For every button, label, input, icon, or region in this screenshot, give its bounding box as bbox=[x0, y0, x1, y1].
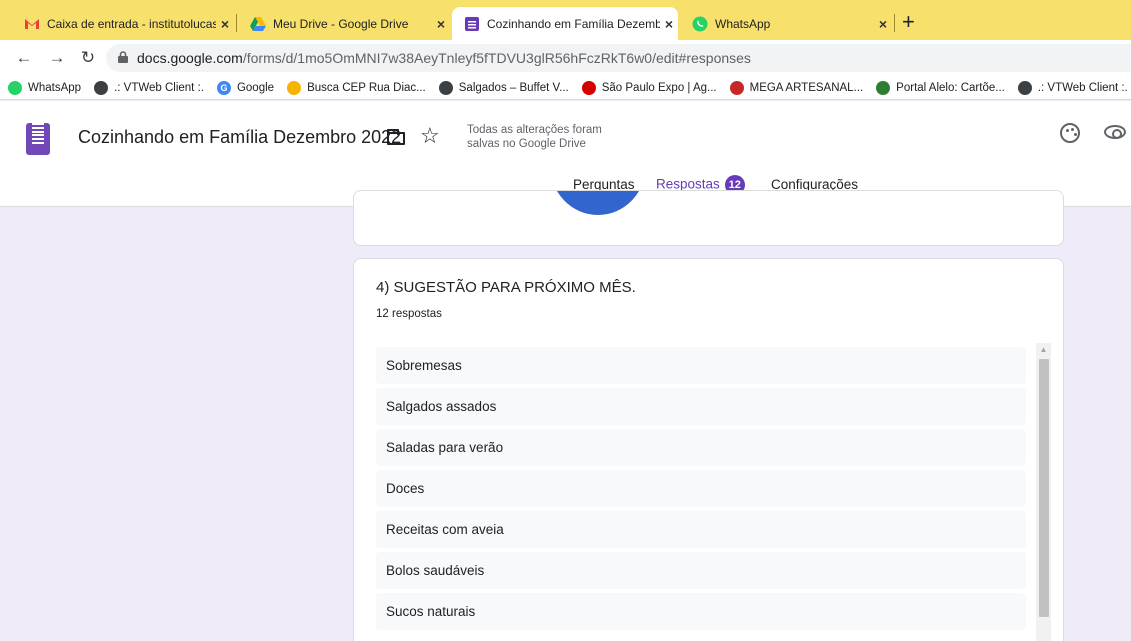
bookmark-item[interactable]: .: VTWeb Client :. bbox=[94, 80, 204, 95]
response-list: Sobremesas Salgados assados Saladas para… bbox=[376, 347, 1026, 634]
tab-whatsapp[interactable]: WhatsApp × bbox=[680, 7, 892, 40]
save-status: Todas as alterações foram salvas no Goog… bbox=[467, 124, 602, 150]
tab-separator bbox=[894, 14, 895, 32]
globe-icon bbox=[438, 80, 453, 95]
preview-eye-icon[interactable] bbox=[1104, 125, 1126, 139]
close-icon[interactable]: × bbox=[432, 16, 450, 32]
globe-icon bbox=[1017, 80, 1032, 95]
tab-title: Meu Drive - Google Drive bbox=[273, 16, 409, 31]
url-domain: docs.google.com bbox=[137, 50, 243, 66]
response-item: Receitas com aveia bbox=[376, 511, 1026, 548]
close-icon[interactable]: × bbox=[874, 16, 892, 32]
bookmark-label: São Paulo Expo | Ag... bbox=[601, 81, 717, 94]
bookmark-label: .: VTWeb Client :. bbox=[1037, 81, 1128, 94]
bookmark-label: MEGA ARTESANAL... bbox=[749, 81, 864, 94]
close-icon[interactable]: × bbox=[660, 16, 678, 32]
response-item: Sobremesas bbox=[376, 347, 1026, 384]
response-count: 12 respostas bbox=[376, 308, 442, 320]
url-path: /forms/d/1mo5OmMNI7w38AeyTnleyf5fTDVU3gl… bbox=[242, 50, 751, 66]
bookmark-label: Busca CEP Rua Diac... bbox=[307, 81, 426, 94]
cep-icon bbox=[287, 80, 302, 95]
bookmark-item[interactable]: São Paulo Expo | Ag... bbox=[581, 80, 717, 95]
tab-drive[interactable]: Meu Drive - Google Drive × bbox=[238, 7, 450, 40]
response-item: Salgados assados bbox=[376, 388, 1026, 425]
bookmark-item[interactable]: Salgados – Buffet V... bbox=[438, 80, 569, 95]
response-list-scrollbar[interactable]: ▲ bbox=[1036, 343, 1051, 641]
previous-question-card bbox=[353, 190, 1064, 246]
bookmark-label: Salgados – Buffet V... bbox=[458, 81, 569, 94]
whatsapp-icon bbox=[8, 80, 22, 95]
bookmark-label: Portal Alelo: Cartõe... bbox=[896, 81, 1005, 94]
scroll-up-icon[interactable]: ▲ bbox=[1036, 343, 1051, 357]
scroll-thumb[interactable] bbox=[1039, 359, 1049, 617]
address-bar[interactable]: docs.google.com/forms/d/1mo5OmMNI7w38Aey… bbox=[106, 44, 1131, 72]
back-icon[interactable]: ← bbox=[12, 46, 36, 70]
close-icon[interactable]: × bbox=[216, 16, 234, 32]
forms-icon bbox=[464, 16, 480, 32]
palette-icon[interactable] bbox=[1060, 123, 1080, 143]
expo-icon bbox=[581, 80, 596, 95]
page-title[interactable]: Cozinhando em Família Dezembro 2022 bbox=[78, 127, 401, 148]
bookmark-label: Google bbox=[236, 81, 275, 94]
question-summary-card: 4) SUGESTÃO PARA PRÓXIMO MÊS. 12 respost… bbox=[353, 258, 1064, 641]
pie-chart-fragment bbox=[550, 191, 646, 215]
google-icon: G bbox=[216, 80, 231, 95]
browser-tabstrip: Caixa de entrada - institutolucas × Meu … bbox=[0, 0, 1131, 40]
alelo-icon bbox=[876, 80, 891, 95]
tab-title: WhatsApp bbox=[715, 16, 771, 31]
tab-title: Caixa de entrada - institutolucas bbox=[47, 16, 216, 31]
bookmark-item[interactable]: .: VTWeb Client :. bbox=[1017, 80, 1128, 95]
response-item: Sucos naturais bbox=[376, 593, 1026, 630]
whatsapp-icon bbox=[692, 16, 708, 32]
tab-gmail[interactable]: Caixa de entrada - institutolucas × bbox=[12, 7, 234, 40]
bookmark-item[interactable]: MEGA ARTESANAL... bbox=[729, 80, 864, 95]
response-item: Bolos saudáveis bbox=[376, 552, 1026, 589]
mega-icon bbox=[729, 80, 744, 95]
forms-logo-icon[interactable] bbox=[26, 123, 50, 155]
bookmark-item[interactable]: Busca CEP Rua Diac... bbox=[287, 80, 426, 95]
reload-icon[interactable]: ↻ bbox=[76, 46, 100, 70]
bookmark-label: WhatsApp bbox=[28, 81, 82, 94]
globe-icon bbox=[94, 80, 109, 95]
forward-icon[interactable]: → bbox=[45, 46, 69, 70]
folder-icon[interactable] bbox=[387, 129, 405, 145]
drive-icon bbox=[250, 16, 266, 32]
bookmark-item[interactable]: Portal Alelo: Cartõe... bbox=[876, 80, 1005, 95]
bookmark-item[interactable]: WhatsApp bbox=[8, 80, 82, 95]
star-icon[interactable]: ☆ bbox=[420, 123, 440, 149]
tab-title: Cozinhando em Família Dezembr bbox=[487, 16, 660, 31]
bookmarks-bar: WhatsApp .: VTWeb Client :. G Google Busca C… bbox=[0, 76, 1131, 100]
response-item: Saladas para verão bbox=[376, 429, 1026, 466]
bookmark-label: .: VTWeb Client :. bbox=[114, 81, 204, 94]
response-item: Doces bbox=[376, 470, 1026, 507]
gmail-icon bbox=[24, 16, 40, 32]
bookmark-item[interactable]: G Google bbox=[216, 80, 275, 95]
question-title: 4) SUGESTÃO PARA PRÓXIMO MÊS. bbox=[376, 279, 636, 296]
new-tab-button[interactable]: + bbox=[902, 9, 915, 35]
tab-forms[interactable]: Cozinhando em Família Dezembr × bbox=[452, 7, 678, 40]
lock-icon bbox=[118, 50, 128, 66]
tab-separator bbox=[236, 14, 237, 32]
